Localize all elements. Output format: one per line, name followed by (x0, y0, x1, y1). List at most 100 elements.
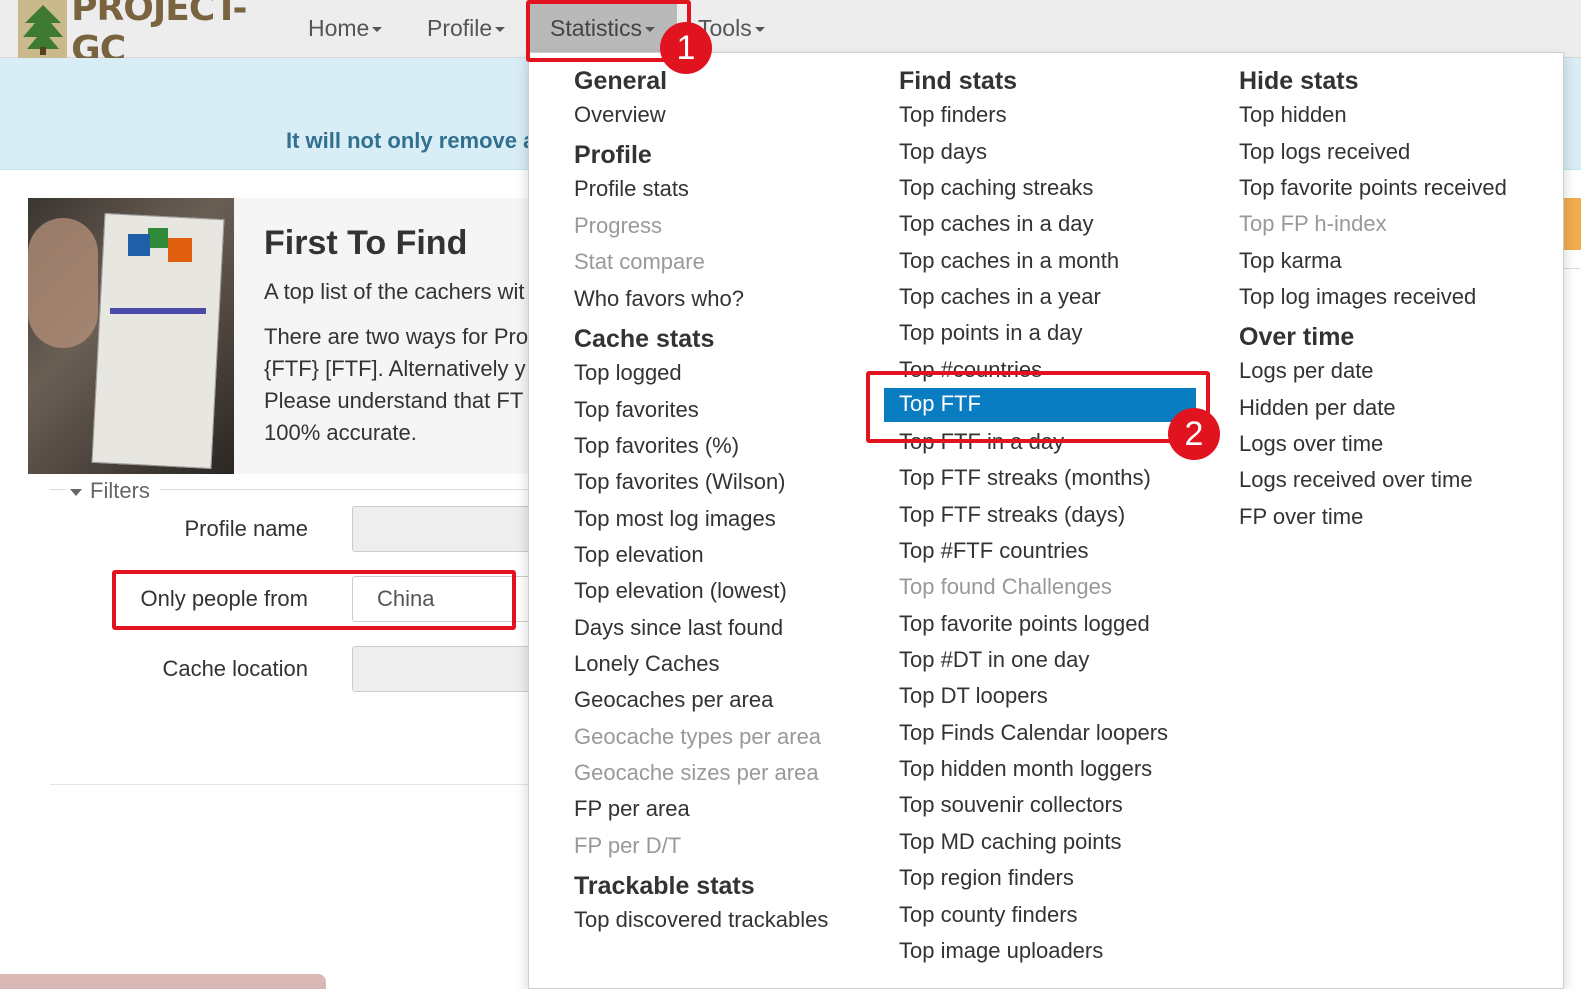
caret-down-icon (754, 27, 765, 33)
menu-item-top-image-uploaders[interactable]: Top image uploaders (899, 938, 1103, 964)
menu-item-fp-per-dt: FP per D/T (574, 833, 682, 858)
menu-item-profile-stats[interactable]: Profile stats (574, 176, 689, 202)
menu-item-top-caches-in-a-month[interactable]: Top caches in a month (899, 248, 1119, 274)
cache-location-input[interactable] (352, 646, 552, 692)
menu-item-top-logs-received[interactable]: Top logs received (1239, 139, 1410, 165)
menu-item-top-finds-calendar-loopers[interactable]: Top Finds Calendar loopers (899, 720, 1168, 746)
menu-item-logs-received-over-time[interactable]: Logs received over time (1239, 467, 1473, 493)
annotation-box-top-ftf (866, 371, 1210, 443)
cache-location-label: Cache location (162, 656, 308, 681)
menu-item-top-favorite-points-received[interactable]: Top favorite points received (1239, 175, 1507, 201)
menu-item-days-since-last-found[interactable]: Days since last found (574, 615, 783, 641)
divider (50, 784, 540, 785)
menu-item-top-most-log-images[interactable]: Top most log images (574, 506, 776, 532)
nav-profile-label: Profile (427, 15, 493, 41)
menu-item-top-ftf-countries[interactable]: Top #FTF countries (899, 538, 1089, 564)
menu-item-top-fp-h-index: Top FP h-index (1239, 211, 1387, 236)
caret-down-icon (372, 27, 383, 33)
menu-item-top-favorites[interactable]: Top favorites (574, 397, 699, 423)
menu-item-logs-over-time[interactable]: Logs over time (1239, 431, 1383, 457)
profile-name-input[interactable] (352, 506, 552, 552)
menu-item-top-md-caching-points[interactable]: Top MD caching points (899, 829, 1122, 855)
menu-item-top-elevation[interactable]: Top elevation (574, 542, 704, 568)
photo-logo-orange (168, 238, 192, 262)
menu-item-top-caches-in-a-year[interactable]: Top caches in a year (899, 284, 1101, 310)
menu-heading-over-time: Over time (1239, 323, 1355, 351)
menu-item-geocache-types-per-area: Geocache types per area (574, 724, 822, 749)
menu-item-top-caches-in-a-day[interactable]: Top caches in a day (899, 211, 1093, 237)
menu-item-top-found-challenges: Top found Challenges (899, 574, 1112, 599)
menu-item-top-county-finders[interactable]: Top county finders (899, 902, 1078, 928)
menu-item-top-elevation-lowest[interactable]: Top elevation (lowest) (574, 578, 787, 604)
cache-log-photo (28, 198, 234, 474)
top-navbar: PROJECT-GC Home Profile Statistics Tools (0, 0, 1581, 70)
menu-heading-cache-stats: Cache stats (574, 325, 715, 353)
menu-item-top-favorites-wilson[interactable]: Top favorites (Wilson) (574, 469, 786, 495)
filters-rule (160, 489, 540, 490)
menu-item-top-ftf-streaks-months[interactable]: Top FTF streaks (months) (899, 465, 1151, 491)
filters-label: Filters (90, 478, 150, 503)
menu-item-top-souvenir-collectors[interactable]: Top souvenir collectors (899, 792, 1123, 818)
photo-logo-green (148, 228, 168, 248)
filters-toggle[interactable]: Filters (70, 478, 150, 504)
photo-hand (28, 218, 98, 348)
menu-heading-find-stats: Find stats (899, 67, 1018, 95)
menu-item-top-favorites-pct[interactable]: Top favorites (%) (574, 433, 739, 459)
menu-item-progress: Progress (574, 213, 663, 238)
menu-item-top-hidden-month-loggers[interactable]: Top hidden month loggers (899, 756, 1152, 782)
nav-home-label: Home (308, 15, 370, 41)
menu-item-top-hidden[interactable]: Top hidden (1239, 102, 1347, 128)
menu-item-stat-compare: Stat compare (574, 249, 705, 274)
menu-item-geocache-sizes-per-area: Geocache sizes per area (574, 760, 819, 785)
edge-button[interactable] (1562, 198, 1581, 250)
annotation-number-2: 2 (1168, 408, 1220, 460)
menu-item-top-ftf-streaks-days[interactable]: Top FTF streaks (days) (899, 502, 1125, 528)
alert-text: It will not only remove a (286, 128, 536, 153)
menu-item-top-region-finders[interactable]: Top region finders (899, 865, 1074, 891)
card-text-line: 100% accurate. (264, 420, 417, 445)
divider (1562, 268, 1581, 269)
menu-item-top-dt-in-one-day[interactable]: Top #DT in one day (899, 647, 1089, 673)
menu-item-top-finders[interactable]: Top finders (899, 102, 1007, 128)
menu-item-overview[interactable]: Overview (574, 102, 666, 128)
filters-rule (50, 489, 65, 490)
card-text-line: {FTF} [FTF]. Alternatively y (264, 356, 526, 381)
site-logo[interactable]: PROJECT-GC (18, 0, 288, 70)
menu-item-top-dt-loopers[interactable]: Top DT loopers (899, 683, 1048, 709)
triangle-down-icon (70, 488, 82, 496)
menu-item-top-days[interactable]: Top days (899, 139, 987, 165)
menu-item-top-logged[interactable]: Top logged (574, 360, 682, 386)
menu-item-logs-per-date[interactable]: Logs per date (1239, 358, 1374, 384)
card-text-line: There are two ways for Pro (264, 324, 529, 349)
menu-item-geocaches-per-area[interactable]: Geocaches per area (574, 687, 773, 713)
caret-down-icon (495, 27, 506, 33)
menu-heading-trackable-stats: Trackable stats (574, 872, 755, 900)
menu-heading-hide-stats: Hide stats (1239, 67, 1359, 95)
menu-item-top-caching-streaks[interactable]: Top caching streaks (899, 175, 1093, 201)
menu-item-lonely-caches[interactable]: Lonely Caches (574, 651, 720, 677)
menu-item-top-points-in-a-day[interactable]: Top points in a day (899, 320, 1082, 346)
menu-item-top-favorite-points-logged[interactable]: Top favorite points logged (899, 611, 1150, 637)
photo-ink (110, 308, 206, 314)
card-text-line: Please understand that FT (264, 388, 524, 413)
photo-logsheet (91, 213, 225, 469)
menu-item-hidden-per-date[interactable]: Hidden per date (1239, 395, 1396, 421)
photo-logo-blue (128, 234, 150, 256)
menu-item-top-log-images-received[interactable]: Top log images received (1239, 284, 1476, 310)
menu-item-top-discovered-trackables[interactable]: Top discovered trackables (574, 907, 828, 933)
annotation-number-1: 1 (660, 22, 712, 74)
profile-name-label: Profile name (184, 516, 308, 541)
menu-item-who-favors-who[interactable]: Who favors who? (574, 286, 744, 312)
statistics-dropdown-menu: General Overview Profile Profile stats P… (528, 52, 1564, 989)
tree-logo-icon (18, 0, 68, 58)
menu-item-top-karma[interactable]: Top karma (1239, 248, 1342, 274)
nav-home[interactable]: Home (308, 0, 383, 56)
nav-profile[interactable]: Profile (427, 0, 506, 56)
menu-item-fp-per-area[interactable]: FP per area (574, 796, 690, 822)
page-title: First To Find (264, 224, 468, 262)
menu-item-fp-over-time[interactable]: FP over time (1239, 504, 1363, 530)
bottom-bar (0, 974, 326, 989)
annotation-box-only-people-from (112, 570, 516, 630)
menu-heading-general: General (574, 67, 668, 95)
card-text-line: A top list of the cachers wit (264, 279, 525, 304)
